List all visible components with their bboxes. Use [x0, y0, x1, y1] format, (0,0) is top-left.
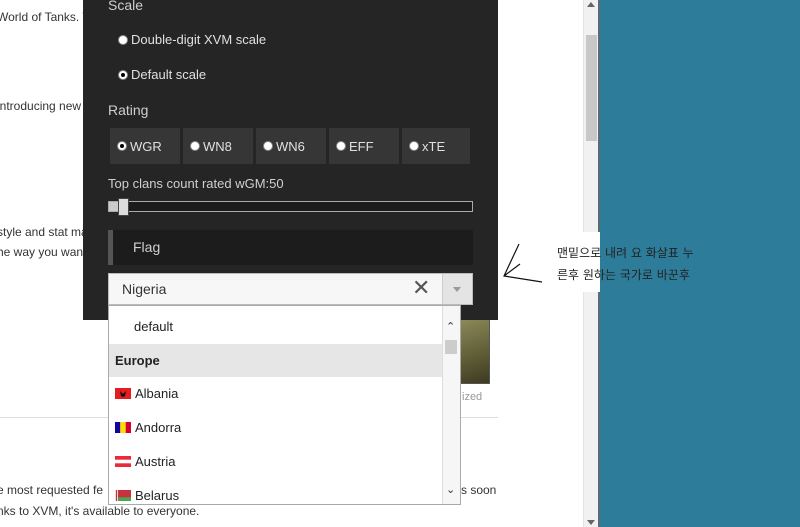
clear-icon[interactable]: ✕ [412, 277, 430, 299]
bg-text-line: World of Tanks. T [0, 10, 90, 24]
rating-option-eff[interactable]: EFF [329, 128, 399, 164]
thumbnail-caption: ized [462, 391, 483, 403]
scale-option-double-digit[interactable]: Double-digit XVM scale [118, 32, 266, 47]
dropdown-scrollbar[interactable]: ⌃ ⌄ [442, 306, 460, 504]
top-clans-slider-handle[interactable] [118, 198, 129, 216]
scrollbar-thumb[interactable] [586, 35, 597, 141]
top-clans-label: Top clans count rated wGM:50 [108, 176, 284, 191]
rating-option-wgr[interactable]: WGR [110, 128, 180, 164]
bg-text-line: introducing new [0, 99, 82, 113]
chevron-down-icon[interactable]: ⌄ [446, 483, 455, 496]
dropdown-scroll-thumb[interactable] [445, 340, 457, 354]
annotation-line: 맨밑으로 내려 요 화살표 누 [557, 246, 694, 260]
radio-button-checked[interactable] [118, 69, 128, 80]
annotation-line: 른후 원하는 국가로 바꾼후 [557, 268, 690, 282]
bg-text-line: style and stat ma [0, 225, 88, 239]
option-belarus[interactable]: Belarus [109, 479, 443, 504]
radio-button[interactable] [190, 141, 200, 151]
albania-flag-icon [115, 388, 131, 399]
rating-option-wn6[interactable]: WN6 [256, 128, 326, 164]
radio-label: WN8 [203, 138, 232, 154]
scroll-down-icon[interactable] [587, 520, 595, 525]
radio-button[interactable] [409, 141, 419, 151]
option-label: Austria [135, 454, 176, 469]
scale-section-title: Scale [108, 0, 144, 13]
option-label: Belarus [135, 488, 180, 503]
bg-text-fragment: s soon [461, 483, 497, 497]
xvm-settings-panel: Scale Double-digit XVM scale Default sca… [83, 0, 498, 320]
rating-option-wn8[interactable]: WN8 [183, 128, 253, 164]
radio-label: Double-digit XVM scale [131, 32, 267, 47]
option-default[interactable]: default [109, 310, 443, 343]
article-thumbnail[interactable] [458, 318, 490, 384]
option-group-europe: Europe [109, 344, 443, 377]
country-select[interactable]: Nigeria ✕ [108, 273, 473, 305]
option-label: Andorra [135, 420, 182, 435]
radio-label: EFF [349, 138, 374, 154]
scroll-up-icon[interactable] [587, 2, 595, 7]
radio-button-checked[interactable] [117, 141, 127, 151]
chevron-up-icon[interactable]: ⌃ [446, 320, 455, 333]
radio-button[interactable] [336, 141, 346, 151]
option-andorra[interactable]: Andorra [109, 411, 443, 444]
belarus-flag-icon [115, 490, 131, 501]
radio-label: xTE [422, 138, 446, 154]
option-austria[interactable]: Austria [109, 445, 443, 478]
select-value: Nigeria [122, 281, 167, 297]
bg-text-line: he way you wan [0, 245, 84, 259]
andorra-flag-icon [115, 422, 131, 433]
country-dropdown-list[interactable]: default Europe Albania Andorra Austria B… [108, 305, 461, 505]
scale-option-default[interactable]: Default scale [118, 67, 206, 82]
flag-section-title: Flag [133, 239, 161, 255]
rating-option-xte[interactable]: xTE [402, 128, 470, 164]
annotation-note: 맨밑으로 내려 요 화살표 누 른후 원하는 국가로 바꾼후 [557, 242, 732, 286]
radio-button[interactable] [118, 34, 128, 45]
radio-label: WN6 [276, 138, 305, 154]
flag-section-header: Flag [108, 230, 473, 265]
radio-label: Default scale [131, 67, 207, 82]
bg-text-line: nks to XVM, it's available to everyone. [0, 504, 200, 518]
annotation-arrow-icon [503, 243, 543, 283]
rating-section-title: Rating [108, 102, 149, 118]
bg-text-line: e most requested fe [0, 483, 104, 497]
chevron-down-icon [453, 287, 461, 292]
radio-label: WGR [130, 138, 162, 154]
top-clans-slider-track[interactable] [108, 201, 473, 212]
dropdown-toggle-button[interactable] [442, 274, 472, 304]
austria-flag-icon [115, 456, 131, 467]
option-label: Albania [135, 386, 179, 401]
option-albania[interactable]: Albania [109, 377, 443, 410]
radio-button[interactable] [263, 141, 273, 151]
